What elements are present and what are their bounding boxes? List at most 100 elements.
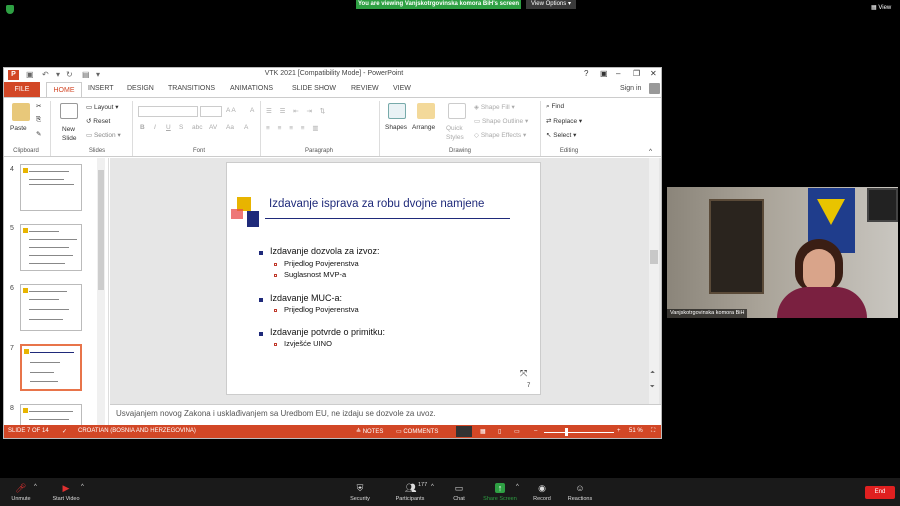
shape-effects-button[interactable]: ◇ Shape Effects ▾ xyxy=(474,131,526,139)
font-family-select[interactable] xyxy=(138,106,198,117)
paste-icon[interactable] xyxy=(12,103,30,121)
list-icons[interactable]: ☰ ☰ ⇤ ⇥ ⇅ xyxy=(266,107,328,115)
slide-sorter-icon[interactable]: ▦ xyxy=(480,428,486,435)
slide-thumbnail-4[interactable] xyxy=(20,164,82,211)
bold-icon[interactable]: B xyxy=(140,124,145,131)
slide-thumbnail-7[interactable] xyxy=(20,344,82,391)
font-size-select[interactable] xyxy=(200,106,222,117)
alignment-icons[interactable]: ≡ ≡ ≡ ≡ ▥ xyxy=(266,124,322,132)
tab-file[interactable]: FILE xyxy=(4,82,40,97)
sign-in-link[interactable]: Sign in xyxy=(620,85,641,92)
customize-toolbar-icon[interactable]: ▾ xyxy=(96,70,100,79)
grow-font-icon[interactable]: A A xyxy=(226,107,236,114)
underline-icon[interactable]: U xyxy=(166,124,171,131)
shape-fill-button[interactable]: ◈ Shape Fill ▾ xyxy=(474,103,515,111)
record-icon[interactable]: ◉ xyxy=(537,483,547,493)
shapes-icon[interactable] xyxy=(388,103,406,119)
collapse-ribbon-icon[interactable]: ^ xyxy=(649,148,652,155)
tab-design[interactable]: DESIGN xyxy=(127,85,154,92)
tab-transitions[interactable]: TRANSITIONS xyxy=(168,85,215,92)
find-button[interactable]: ⌕ Find xyxy=(546,103,564,111)
help-icon[interactable]: ? xyxy=(584,69,588,78)
tab-review[interactable]: REVIEW xyxy=(351,85,379,92)
shadow-icon[interactable]: S xyxy=(179,124,183,131)
video-options-icon[interactable]: ^ xyxy=(81,484,84,490)
view-options-button[interactable]: View Options ▾ xyxy=(526,0,576,9)
clear-formatting-icon[interactable]: A xyxy=(250,107,254,114)
editor-scroll-thumb[interactable] xyxy=(650,250,658,264)
audio-options-icon[interactable]: ^ xyxy=(34,484,37,490)
participants-options-icon[interactable]: ^ xyxy=(431,484,434,490)
tab-animations[interactable]: ANIMATIONS xyxy=(230,85,273,92)
slide-thumbnail-6[interactable] xyxy=(20,284,82,331)
view-button[interactable]: ▦ View xyxy=(871,4,891,11)
slide-canvas[interactable]: Izdavanje isprava za robu dvojne namjene… xyxy=(226,162,541,395)
slide-thumbnail-5[interactable] xyxy=(20,224,82,271)
participants-button[interactable]: Participants xyxy=(392,496,428,502)
cut-icon[interactable]: ✂ xyxy=(36,102,41,110)
zoom-level[interactable]: 51 % xyxy=(629,428,643,434)
participant-video[interactable]: Vanjskotrgovinska komora BiH xyxy=(667,187,898,318)
zoom-slider[interactable] xyxy=(544,432,614,433)
undo-icon[interactable]: ↶ xyxy=(42,70,49,79)
fit-to-window-icon[interactable]: ⛶ xyxy=(651,428,655,435)
strikethrough-icon[interactable]: abc xyxy=(192,124,202,131)
tab-insert[interactable]: INSERT xyxy=(88,85,114,92)
font-color-icon[interactable]: A xyxy=(244,124,248,131)
chat-icon[interactable]: ▭ xyxy=(454,483,464,493)
ribbon-display-icon[interactable]: ▣ xyxy=(600,69,608,78)
notes-pane[interactable]: Usvajanjem novog Zakona i usklađivanjem … xyxy=(110,404,661,426)
spelling-icon[interactable]: ✓ xyxy=(62,428,67,435)
zoom-slider-thumb[interactable] xyxy=(565,428,568,436)
arrange-icon[interactable] xyxy=(417,103,435,119)
tab-home[interactable]: HOME xyxy=(46,82,82,98)
save-icon[interactable]: ▣ xyxy=(26,70,34,79)
panel-scroll-thumb[interactable] xyxy=(98,170,104,290)
end-meeting-button[interactable]: End xyxy=(865,486,895,499)
previous-slide-icon[interactable]: ⏶ xyxy=(650,370,655,377)
new-slide-button[interactable]: New Slide xyxy=(62,125,82,143)
comments-toggle[interactable]: ▭ COMMENTS xyxy=(396,428,438,435)
section-button[interactable]: ▭ Section ▾ xyxy=(86,131,121,139)
tab-slide-show[interactable]: SLIDE SHOW xyxy=(292,85,336,92)
participants-icon[interactable]: 👥︎ xyxy=(405,483,416,493)
tab-view[interactable]: VIEW xyxy=(393,85,411,92)
reactions-icon[interactable]: ☺ xyxy=(575,483,585,493)
redo-icon[interactable]: ↻ xyxy=(66,70,73,79)
start-from-beginning-icon[interactable]: ▤ xyxy=(82,70,90,79)
restore-icon[interactable]: ❐ xyxy=(633,69,640,78)
reset-button[interactable]: ↺ Reset xyxy=(86,117,110,125)
reactions-button[interactable]: Reactions xyxy=(563,496,597,502)
chat-button[interactable]: Chat xyxy=(446,496,472,502)
close-icon[interactable]: ✕ xyxy=(650,69,657,78)
next-slide-icon[interactable]: ⏷ xyxy=(650,384,655,391)
layout-button[interactable]: ▭ Layout ▾ xyxy=(86,103,119,111)
change-case-icon[interactable]: Aa xyxy=(226,124,234,131)
share-screen-icon[interactable]: ↑ xyxy=(495,483,505,493)
paste-button[interactable]: Paste xyxy=(10,125,27,132)
reading-view-icon[interactable]: ▯ xyxy=(498,428,501,435)
language-status[interactable]: CROATIAN (BOSNIA AND HERZEGOVINA) xyxy=(78,428,196,434)
shapes-button[interactable]: Shapes xyxy=(385,124,407,131)
editor-scrollbar[interactable] xyxy=(649,158,659,404)
replace-button[interactable]: ⇄ Replace ▾ xyxy=(546,117,582,125)
security-button[interactable]: Security xyxy=(342,496,378,502)
undo-dropdown-icon[interactable]: ▾ xyxy=(56,70,60,79)
record-button[interactable]: Record xyxy=(526,496,558,502)
start-video-button[interactable]: Start Video xyxy=(46,496,86,502)
new-slide-icon[interactable] xyxy=(60,103,78,119)
share-options-icon[interactable]: ^ xyxy=(516,484,519,490)
format-painter-icon[interactable]: ✎ xyxy=(36,130,41,138)
notes-toggle[interactable]: ≜ NOTES xyxy=(356,428,383,435)
shape-outline-button[interactable]: ▭ Shape Outline ▾ xyxy=(474,117,528,125)
copy-icon[interactable]: ⎘ xyxy=(36,116,41,124)
quick-styles-button[interactable]: Quick Styles xyxy=(446,124,470,142)
arrange-button[interactable]: Arrange xyxy=(412,124,435,131)
muted-microphone-icon[interactable]: 🎤︎ xyxy=(15,483,26,493)
zoom-in-icon[interactable]: + xyxy=(617,428,621,434)
character-spacing-icon[interactable]: AV xyxy=(209,124,217,131)
security-shield-icon[interactable]: ⛨ xyxy=(355,483,365,493)
select-button[interactable]: ↖ Select ▾ xyxy=(546,131,576,139)
quick-styles-icon[interactable] xyxy=(448,103,466,119)
slide-show-icon[interactable]: ▭ xyxy=(514,428,520,435)
